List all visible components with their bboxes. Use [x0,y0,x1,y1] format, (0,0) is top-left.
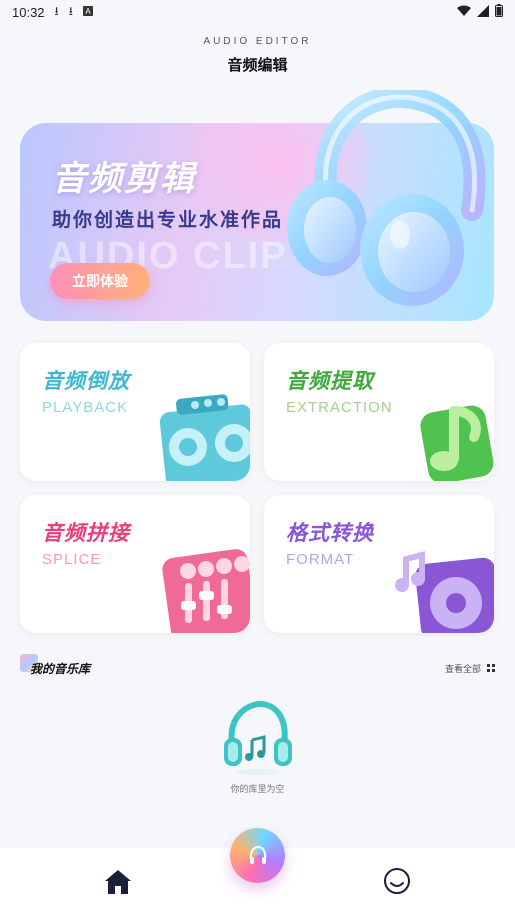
turntable-icon [395,551,494,633]
feature-card-extraction[interactable]: 音频提取 EXTRACTION [264,343,494,481]
banner-title: 音频剪辑 [52,159,196,199]
smiley-icon[interactable] [382,866,412,896]
mixer-icon [162,549,250,633]
try-now-button[interactable]: 立即体验 [50,263,150,299]
download-icon: ⭳ [54,3,59,18]
feature-card-format[interactable]: 格式转换 FORMAT [264,495,494,633]
battery-icon [495,4,503,20]
page-title: 音频编辑 [227,56,288,74]
headphone-illustration [287,90,486,306]
feature-title: 音频倒放 [42,369,130,393]
feature-subtitle: EXTRACTION [286,399,393,416]
a-icon: A [82,5,93,19]
banner-subtitle: 助你创造出专业水准作品 [52,209,284,231]
headphone-fab-button[interactable] [230,828,285,883]
headphone-icon [249,845,266,864]
library-title: 我的音乐库 [30,661,91,676]
empty-library-text: 你的库里为空 [230,785,285,795]
feature-subtitle: FORMAT [286,551,355,568]
feature-title: 音频提取 [286,369,374,393]
signal-icon [477,4,489,20]
wifi-icon [457,5,471,20]
grid-icon [487,664,495,672]
svg-text:A: A [85,7,91,16]
feature-card-playback[interactable]: 音频倒放 PLAYBACK [20,343,250,481]
feature-subtitle: PLAYBACK [42,399,129,416]
feature-title: 格式转换 [286,521,374,545]
cassette-icon [159,394,250,481]
download-icon: ⭳ [68,3,73,18]
feature-title: 音频拼接 [42,521,130,545]
empty-library-headphone-icon [224,700,292,775]
status-time: 10:32 [12,4,45,20]
view-all-label: 查看全部 [444,664,481,675]
view-all-button[interactable]: 查看全部 [445,662,495,675]
feature-subtitle: SPLICE [42,551,102,568]
library-header: 我的音乐库 查看全部 [20,654,495,680]
feature-card-splice[interactable]: 音频拼接 SPLICE [20,495,250,633]
status-bar: 10:32 ⭳ ⭳ A [0,0,515,24]
home-icon[interactable] [103,868,133,896]
music-note-icon [420,405,494,481]
header-subtitle: AUDIO EDITOR [203,36,312,47]
